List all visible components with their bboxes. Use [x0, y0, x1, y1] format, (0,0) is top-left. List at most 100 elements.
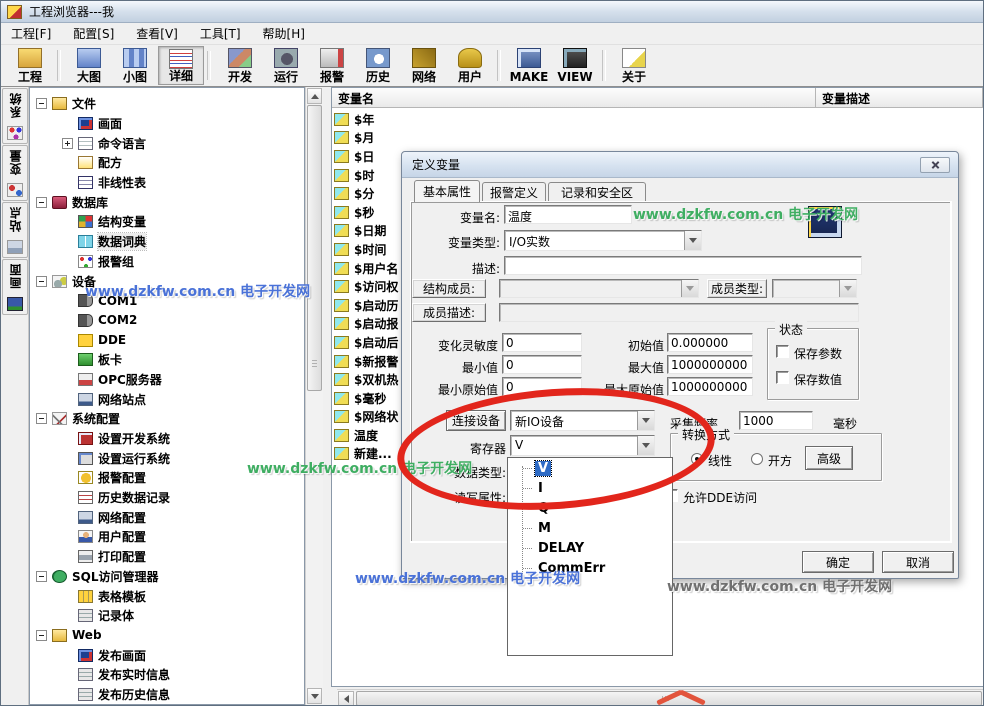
tab-record-security[interactable]: 记录和安全区 — [548, 182, 646, 202]
tree-item[interactable]: 设置开发系统 — [30, 429, 304, 449]
tree-item[interactable]: DDE — [30, 330, 304, 350]
max-value-input[interactable]: 1000000000 — [667, 355, 753, 374]
tree-item[interactable]: 发布画面 — [30, 645, 304, 665]
toolbar-button[interactable]: 运行 — [263, 46, 309, 85]
variable-list-item[interactable]: $月 — [334, 129, 983, 148]
min-value-input[interactable]: 0 — [502, 355, 582, 374]
register-option[interactable]: DELAY — [508, 538, 672, 558]
side-tab[interactable]: 系统 — [2, 88, 28, 144]
list-scrollbar-thumb[interactable] — [356, 691, 982, 706]
min-raw-input[interactable]: 0 — [502, 377, 582, 396]
register-option[interactable]: M — [508, 518, 672, 538]
scroll-left-icon[interactable] — [338, 691, 354, 706]
tree-item[interactable]: COM2 — [30, 311, 304, 331]
toolbar-button[interactable]: 开发 — [217, 46, 263, 85]
sqrt-radio[interactable] — [751, 453, 763, 465]
scroll-up-icon[interactable] — [307, 88, 322, 104]
toolbar-button[interactable]: MAKE — [506, 46, 552, 85]
toolbar-button[interactable]: 历史 — [355, 46, 401, 85]
scroll-down-icon[interactable] — [307, 688, 322, 704]
tree-item[interactable]: 用户配置 — [30, 527, 304, 547]
tree-scrollbar[interactable] — [305, 87, 323, 705]
max-raw-input[interactable]: 1000000000 — [667, 377, 753, 396]
toolbar-button[interactable]: 大图 — [66, 46, 112, 85]
toolbar-button[interactable]: 关于 — [611, 46, 657, 85]
tree-item[interactable]: OPC服务器 — [30, 370, 304, 390]
collect-rate-input[interactable]: 1000 — [739, 411, 813, 430]
sensitivity-input[interactable]: 0 — [502, 333, 582, 352]
tree-item[interactable]: 表格模板 — [30, 586, 304, 606]
chevron-down-icon[interactable] — [637, 436, 654, 455]
initial-value-input[interactable]: 0.000000 — [667, 333, 753, 352]
ok-button[interactable]: 确定 — [802, 551, 874, 573]
tree-item[interactable]: 报警组 — [30, 252, 304, 272]
toolbar-button[interactable]: VIEW — [552, 46, 598, 85]
register-option[interactable]: Q — [508, 498, 672, 518]
toolbar-button[interactable]: 详细 — [158, 46, 204, 85]
tree-item[interactable]: 文件 — [30, 94, 304, 114]
close-icon[interactable] — [920, 157, 950, 173]
chevron-down-icon[interactable] — [684, 231, 701, 250]
menu-item[interactable]: 查看[V] — [136, 25, 178, 42]
side-tab[interactable]: 画面 — [2, 259, 28, 315]
column-header-name[interactable]: 变量名 — [332, 88, 816, 108]
save-params-checkbox[interactable] — [776, 345, 789, 358]
tree-item[interactable]: 发布实时信息 — [30, 665, 304, 685]
register-option[interactable]: I — [508, 478, 672, 498]
tree-expander-icon[interactable] — [36, 630, 47, 641]
advanced-button[interactable]: 高级 — [805, 446, 853, 470]
toolbar-button[interactable]: 报警 — [309, 46, 355, 85]
tree-item[interactable]: 结构变量 — [30, 212, 304, 232]
tree-expander-icon[interactable] — [36, 276, 47, 287]
tree-item[interactable]: 打印配置 — [30, 547, 304, 567]
tree-item[interactable]: SQL访问管理器 — [30, 567, 304, 587]
title-bar[interactable]: 工程浏览器---我 — [1, 1, 983, 23]
tree-item[interactable]: 网络配置 — [30, 507, 304, 527]
variable-list-item[interactable]: $年 — [334, 110, 983, 129]
tree-item[interactable]: 数据库 — [30, 192, 304, 212]
toolbar-button[interactable]: 工程 — [7, 46, 53, 85]
tree-item[interactable]: 画面 — [30, 114, 304, 134]
save-values-checkbox[interactable] — [776, 371, 789, 384]
menu-item[interactable]: 帮助[H] — [263, 25, 305, 42]
tab-basic-properties[interactable]: 基本属性 — [414, 180, 480, 202]
toolbar-button[interactable]: 网络 — [401, 46, 447, 85]
connect-device-select[interactable]: 新IO设备 — [510, 410, 655, 431]
toolbar-button[interactable]: 小图 — [112, 46, 158, 85]
dialog-title-bar[interactable]: 定义变量 — [402, 152, 958, 178]
tree-expander-icon[interactable] — [36, 413, 47, 424]
column-header-description[interactable]: 变量描述 — [816, 88, 983, 108]
tree-item[interactable]: Web — [30, 626, 304, 646]
tree-expander-icon[interactable] — [36, 98, 47, 109]
side-tab[interactable]: 站点 — [2, 202, 28, 258]
tree-item[interactable]: 配方 — [30, 153, 304, 173]
tree-expander-icon[interactable] — [36, 197, 47, 208]
toolbar-button[interactable]: 用户 — [447, 46, 493, 85]
tree-item[interactable]: 记录体 — [30, 606, 304, 626]
tree-item[interactable]: 发布历史信息 — [30, 685, 304, 705]
variable-name-input[interactable]: 温度 — [504, 205, 632, 224]
register-select[interactable]: V — [510, 435, 655, 456]
tree-item[interactable]: 系统配置 — [30, 409, 304, 429]
list-horizontal-scrollbar[interactable] — [337, 689, 983, 706]
description-input[interactable] — [504, 256, 862, 275]
tree-expander-icon[interactable] — [36, 571, 47, 582]
tree-item[interactable]: 网络站点 — [30, 389, 304, 409]
menu-item[interactable]: 配置[S] — [73, 25, 114, 42]
register-option[interactable]: V — [508, 458, 672, 478]
tree-scrollbar-thumb[interactable] — [307, 105, 322, 391]
connect-device-button[interactable]: 连接设备 — [446, 410, 506, 431]
tree-item[interactable]: 命令语言 — [30, 133, 304, 153]
tree-expander-icon[interactable] — [62, 138, 73, 149]
tree-item[interactable]: 非线性表 — [30, 173, 304, 193]
chevron-down-icon[interactable] — [637, 411, 654, 430]
linear-radio[interactable] — [691, 453, 703, 465]
variable-type-select[interactable]: I/O实数 — [504, 230, 702, 251]
cancel-button[interactable]: 取消 — [882, 551, 954, 573]
tree-item[interactable]: 数据词典 — [30, 232, 304, 252]
tab-alarm-definition[interactable]: 报警定义 — [482, 182, 546, 202]
menu-item[interactable]: 工具[T] — [200, 25, 241, 42]
tree-item[interactable]: 历史数据记录 — [30, 488, 304, 508]
side-tab[interactable]: 变量 — [2, 145, 28, 201]
menu-item[interactable]: 工程[F] — [11, 25, 51, 42]
